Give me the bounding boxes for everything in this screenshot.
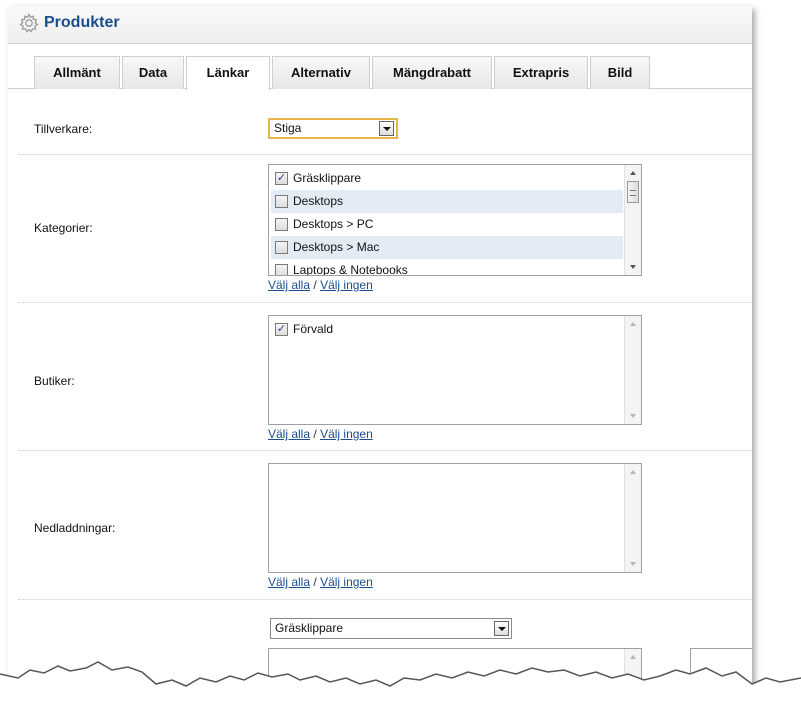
select-none-link[interactable]: Välj ingen [320, 278, 373, 292]
checkbox[interactable] [275, 195, 288, 208]
scrollbar[interactable] [624, 165, 641, 275]
chevron-down-icon[interactable] [494, 621, 509, 636]
scroll-up-arrow-icon[interactable] [630, 171, 636, 175]
checkbox[interactable] [275, 264, 288, 275]
related-category-select[interactable]: Gräsklippare [270, 618, 512, 639]
categories-label: Kategorier: [34, 221, 93, 235]
select-all-link[interactable]: Välj alla [268, 278, 310, 292]
stores-label: Butiker: [34, 374, 75, 388]
divider [18, 450, 752, 451]
scroll-down-arrow-icon[interactable] [630, 265, 636, 269]
list-item-label: Desktops > PC [293, 217, 374, 231]
list-item[interactable]: ✓ Gräsklippare [271, 167, 623, 190]
downloads-listbox[interactable] [268, 463, 642, 573]
checkbox[interactable] [275, 241, 288, 254]
manufacturer-select[interactable]: Stiga [268, 118, 398, 139]
tab-allmant[interactable]: Allmänt [34, 56, 120, 89]
downloads-label: Nedladdningar: [34, 521, 116, 535]
scroll-up-arrow-icon[interactable] [630, 470, 636, 474]
downloads-select-links: Välj alla / Välj ingen [268, 575, 373, 589]
tab-mangdrabatt[interactable]: Mängdrabatt [372, 56, 492, 89]
scrollbar-thumb[interactable] [627, 181, 639, 203]
stores-select-links: Välj alla / Välj ingen [268, 427, 373, 441]
list-item[interactable]: Laptops & Notebooks [271, 259, 623, 276]
checkbox[interactable] [275, 218, 288, 231]
link-separator: / [313, 575, 317, 589]
scroll-down-arrow-icon[interactable] [630, 562, 636, 566]
checkbox-checked[interactable]: ✓ [275, 323, 288, 336]
page-header: Produkter [8, 6, 752, 44]
scroll-down-arrow-icon[interactable] [630, 414, 636, 418]
link-separator: / [313, 278, 317, 292]
select-all-link[interactable]: Välj alla [268, 427, 310, 441]
scrollbar[interactable] [624, 316, 641, 424]
scrollbar[interactable] [624, 464, 641, 572]
manufacturer-select-value: Stiga [274, 121, 302, 135]
tab-alternativ[interactable]: Alternativ [272, 56, 370, 89]
tab-extrapris[interactable]: Extrapris [494, 56, 588, 89]
torn-edge-decoration [0, 661, 801, 703]
list-item[interactable]: Desktops [271, 190, 623, 213]
page-title: Produkter [44, 14, 120, 31]
list-item[interactable]: ✓ Förvald [271, 318, 623, 341]
gear-icon [19, 13, 39, 33]
categories-listbox[interactable]: ✓ Gräsklippare Desktops Desktops > PC De… [268, 164, 642, 276]
link-separator: / [313, 427, 317, 441]
list-item-label: Gräsklippare [293, 171, 362, 185]
list-item-label: Laptops & Notebooks [293, 263, 408, 276]
related-category-select-value: Gräsklippare [275, 621, 344, 635]
tab-bar: Allmänt Data Länkar Alternativ Mängdraba… [8, 56, 752, 90]
stores-listbox[interactable]: ✓ Förvald [268, 315, 642, 425]
divider [18, 154, 752, 155]
select-all-link[interactable]: Välj alla [268, 575, 310, 589]
categories-select-links: Välj alla / Välj ingen [268, 278, 373, 292]
list-item[interactable]: Desktops > Mac [271, 236, 623, 259]
divider [18, 302, 752, 303]
tab-lankar[interactable]: Länkar [186, 56, 270, 90]
manufacturer-label: Tillverkare: [34, 122, 93, 136]
tab-bild[interactable]: Bild [590, 56, 650, 89]
product-editor-window: Produkter Allmänt Data Länkar Alternativ… [8, 6, 752, 696]
list-item[interactable]: Desktops > PC [271, 213, 623, 236]
scroll-up-arrow-icon[interactable] [630, 322, 636, 326]
select-none-link[interactable]: Välj ingen [320, 427, 373, 441]
list-item-label: Förvald [293, 322, 334, 336]
list-item-label: Desktops > Mac [293, 240, 380, 254]
chevron-down-icon[interactable] [379, 121, 394, 136]
select-none-link[interactable]: Välj ingen [320, 575, 373, 589]
list-item-label: Desktops [293, 194, 344, 208]
divider [18, 599, 752, 600]
tab-data[interactable]: Data [122, 56, 184, 89]
checkbox-checked[interactable]: ✓ [275, 172, 288, 185]
